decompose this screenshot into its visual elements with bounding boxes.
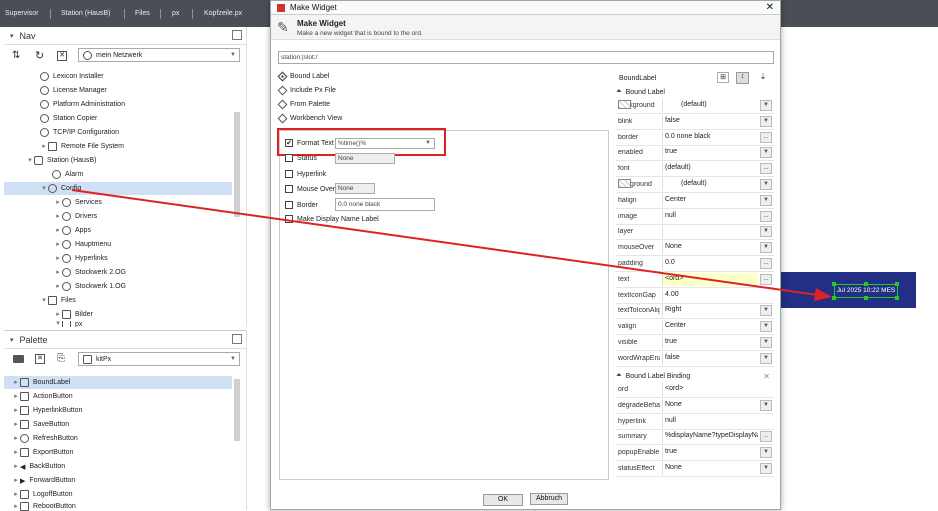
annotation-arrow xyxy=(71,189,832,301)
